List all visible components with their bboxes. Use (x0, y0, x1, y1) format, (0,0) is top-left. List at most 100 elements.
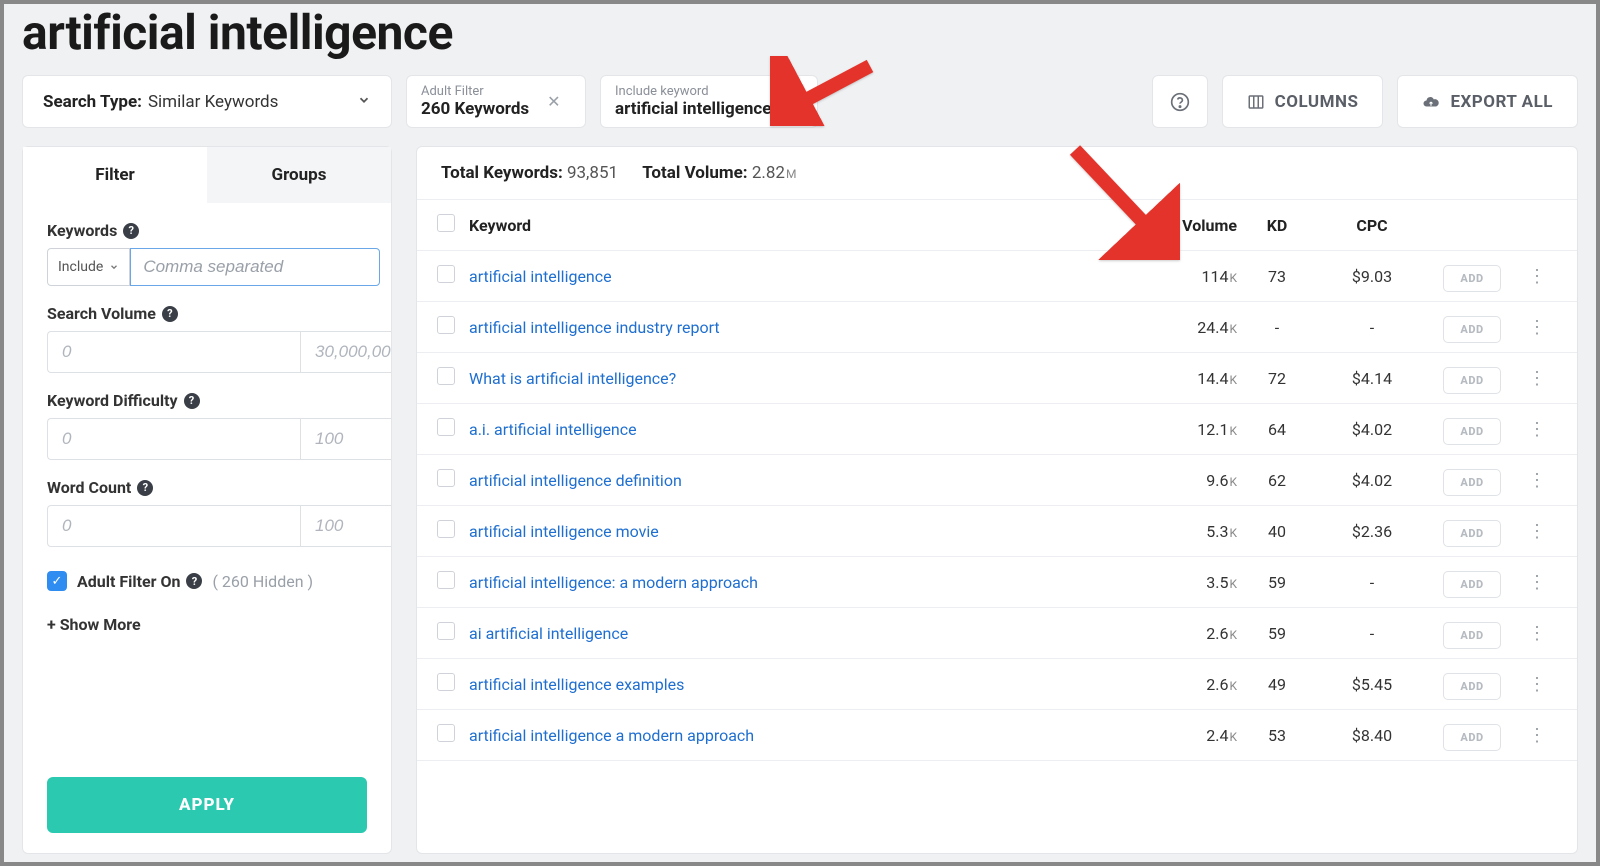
cell-cpc: $4.02 (1317, 420, 1427, 439)
row-menu-icon[interactable]: ⋮ (1528, 266, 1546, 287)
include-exclude-select[interactable]: Include (47, 248, 130, 286)
tab-filter[interactable]: Filter (23, 147, 207, 203)
add-button[interactable]: ADD (1443, 673, 1500, 700)
keywords-field-label: Keywords? (47, 221, 367, 240)
cell-kd: 59 (1237, 573, 1317, 592)
search-type-dropdown[interactable]: Search Type: Similar Keywords (22, 75, 392, 128)
column-cpc[interactable]: CPC (1317, 216, 1427, 235)
column-keyword[interactable]: Keyword (469, 216, 1117, 235)
tab-groups[interactable]: Groups (207, 147, 391, 203)
keyword-link[interactable]: artificial intelligence a modern approac… (469, 726, 754, 745)
keyword-link[interactable]: ai artificial intelligence (469, 624, 628, 643)
add-button[interactable]: ADD (1443, 724, 1500, 751)
filter-chip-include-keyword[interactable]: Include keyword artificial intelligence … (600, 75, 818, 128)
keywords-input[interactable] (130, 248, 380, 286)
keyword-link[interactable]: artificial intelligence industry report (469, 318, 720, 337)
help-button[interactable] (1152, 75, 1208, 128)
table-row: artificial intelligence: a modern approa… (417, 557, 1577, 608)
table-row: a.i. artificial intelligence12.1K64$4.02… (417, 404, 1577, 455)
select-all-checkbox[interactable] (437, 214, 455, 232)
filter-chip-adult[interactable]: Adult Filter 260 Keywords ✕ (406, 75, 586, 128)
close-icon[interactable]: ✕ (789, 92, 802, 111)
table-row: What is artificial intelligence?14.4K72$… (417, 353, 1577, 404)
cell-cpc: - (1317, 624, 1427, 643)
search-volume-label: Search Volume? (47, 304, 367, 323)
kd-max-input[interactable] (300, 418, 391, 460)
row-checkbox[interactable] (437, 265, 455, 283)
row-menu-icon[interactable]: ⋮ (1528, 317, 1546, 338)
table-row: artificial intelligence114K73$9.03ADD⋮ (417, 251, 1577, 302)
row-menu-icon[interactable]: ⋮ (1528, 470, 1546, 491)
row-menu-icon[interactable]: ⋮ (1528, 521, 1546, 542)
search-volume-max-input[interactable] (300, 331, 391, 373)
help-icon[interactable]: ? (137, 480, 153, 496)
search-volume-min-input[interactable] (47, 331, 300, 373)
row-checkbox[interactable] (437, 316, 455, 334)
show-more-button[interactable]: + Show More (47, 615, 367, 634)
add-button[interactable]: ADD (1443, 571, 1500, 598)
row-checkbox[interactable] (437, 673, 455, 691)
help-icon[interactable]: ? (162, 306, 178, 322)
cell-cpc: $2.36 (1317, 522, 1427, 541)
row-menu-icon[interactable]: ⋮ (1528, 572, 1546, 593)
keywords-table: Keyword Volume KD CPC artificial intelli… (417, 200, 1577, 853)
row-checkbox[interactable] (437, 367, 455, 385)
keyword-link[interactable]: artificial intelligence (469, 267, 612, 286)
row-checkbox[interactable] (437, 571, 455, 589)
add-button[interactable]: ADD (1443, 316, 1500, 343)
row-checkbox[interactable] (437, 622, 455, 640)
cell-kd: 59 (1237, 624, 1317, 643)
row-menu-icon[interactable]: ⋮ (1528, 725, 1546, 746)
close-icon[interactable]: ✕ (547, 92, 560, 111)
keyword-difficulty-label: Keyword Difficulty? (47, 391, 367, 410)
keyword-link[interactable]: artificial intelligence definition (469, 471, 682, 490)
row-menu-icon[interactable]: ⋮ (1528, 623, 1546, 644)
add-button[interactable]: ADD (1443, 418, 1500, 445)
row-checkbox[interactable] (437, 520, 455, 538)
adult-filter-checkbox[interactable]: ✓ (47, 571, 67, 591)
column-volume[interactable]: Volume (1117, 216, 1237, 235)
columns-button[interactable]: COLUMNS (1222, 75, 1384, 128)
word-count-min-input[interactable] (47, 505, 300, 547)
row-checkbox[interactable] (437, 418, 455, 436)
row-checkbox[interactable] (437, 724, 455, 742)
cell-kd: 49 (1237, 675, 1317, 694)
chip-value: artificial intelligence (615, 99, 771, 119)
cell-kd: - (1237, 318, 1317, 337)
row-menu-icon[interactable]: ⋮ (1528, 419, 1546, 440)
add-button[interactable]: ADD (1443, 367, 1500, 394)
export-all-button[interactable]: EXPORT ALL (1397, 75, 1578, 128)
cell-kd: 72 (1237, 369, 1317, 388)
apply-button[interactable]: APPLY (47, 777, 367, 833)
kd-min-input[interactable] (47, 418, 300, 460)
cell-volume: 5.3K (1117, 522, 1237, 541)
word-count-max-input[interactable] (300, 505, 391, 547)
add-button[interactable]: ADD (1443, 469, 1500, 496)
keyword-link[interactable]: artificial intelligence movie (469, 522, 659, 541)
results-panel: Total Keywords: 93,851 Total Volume: 2.8… (416, 146, 1578, 854)
cell-volume: 2.6K (1117, 624, 1237, 643)
cell-volume: 12.1K (1117, 420, 1237, 439)
row-checkbox[interactable] (437, 469, 455, 487)
help-icon[interactable]: ? (123, 223, 139, 239)
cell-volume: 14.4K (1117, 369, 1237, 388)
page-title: artificial intelligence (4, 4, 1596, 65)
help-icon[interactable]: ? (184, 393, 200, 409)
cell-cpc: $4.02 (1317, 471, 1427, 490)
add-button[interactable]: ADD (1443, 265, 1500, 292)
keyword-link[interactable]: artificial intelligence: a modern approa… (469, 573, 758, 592)
keyword-link[interactable]: artificial intelligence examples (469, 675, 684, 694)
row-menu-icon[interactable]: ⋮ (1528, 368, 1546, 389)
table-row: artificial intelligence a modern approac… (417, 710, 1577, 761)
add-button[interactable]: ADD (1443, 520, 1500, 547)
add-button[interactable]: ADD (1443, 622, 1500, 649)
table-row: artificial intelligence examples2.6K49$5… (417, 659, 1577, 710)
help-icon[interactable]: ? (186, 573, 202, 589)
keyword-link[interactable]: a.i. artificial intelligence (469, 420, 637, 439)
adult-hidden-count: ( 260 Hidden ) (212, 572, 313, 591)
chip-value: 260 Keywords (421, 99, 529, 119)
row-menu-icon[interactable]: ⋮ (1528, 674, 1546, 695)
table-row: artificial intelligence definition9.6K62… (417, 455, 1577, 506)
keyword-link[interactable]: What is artificial intelligence? (469, 369, 676, 388)
column-kd[interactable]: KD (1237, 216, 1317, 235)
